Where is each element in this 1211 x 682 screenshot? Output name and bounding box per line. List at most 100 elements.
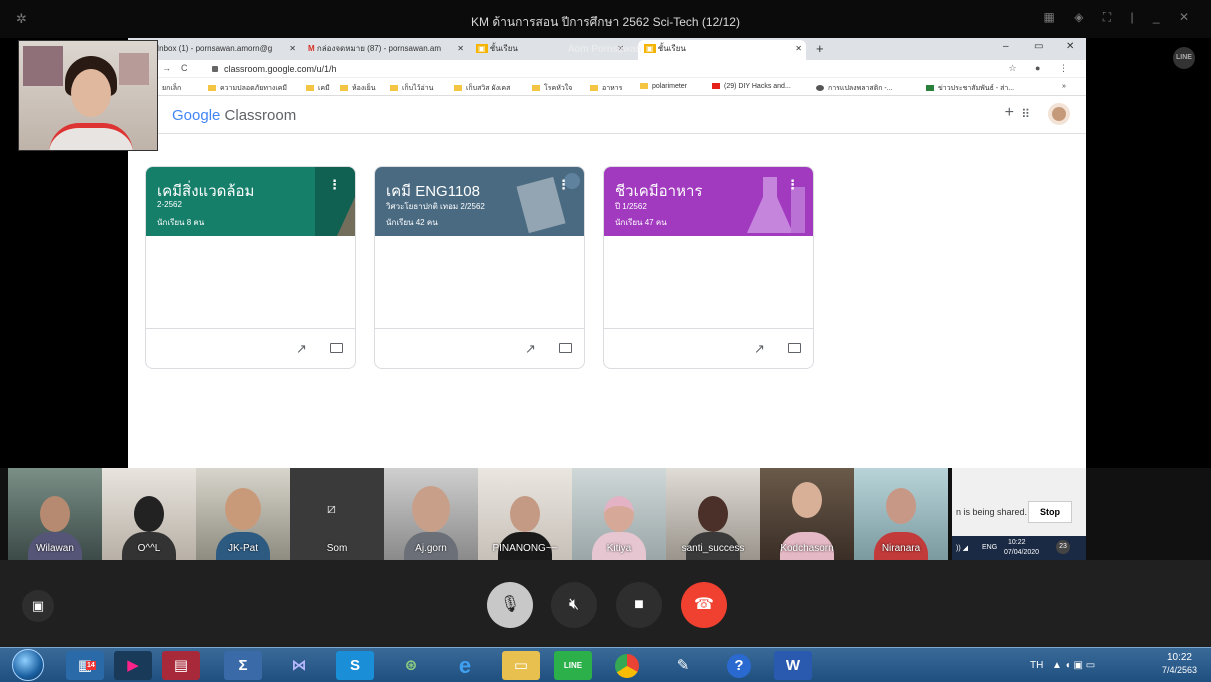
globe-icon: [816, 85, 824, 91]
bookmarks-bar: อป ยกเล็ก ความปลอดภัยทางเคมี เคมี ห้องเย…: [128, 78, 1086, 96]
self-video-face: [71, 69, 111, 117]
nav-buttons[interactable]: →C: [162, 63, 198, 73]
speaker-muted-icon: 🔇︎: [568, 596, 580, 613]
end-call-button[interactable]: ☎︎: [681, 582, 727, 628]
google-classroom-logo[interactable]: Google Classroom: [172, 107, 296, 124]
participant-tile[interactable]: PINANONG~~: [478, 468, 572, 560]
line-call-window: ✲ KM ด้านการสอน ปีการศึกษา 2562 Sci-Tech…: [0, 0, 1211, 682]
class-card-header[interactable]: เคมี ENG1108 วิศวะโยธาปกติ เทอม 2/2562 น…: [375, 167, 584, 236]
participant-face: [792, 482, 822, 518]
folder-icon[interactable]: [559, 343, 572, 353]
browser-tab-gmail-1[interactable]: M Inbox (1) - pornsawan.amorn@g✕: [142, 40, 300, 60]
more-options-icon[interactable]: ⋮: [786, 177, 799, 193]
taskbar-file-explorer[interactable]: ▭: [502, 651, 540, 680]
class-banner-illustration: [516, 173, 580, 234]
chrome-icon: [615, 654, 639, 678]
close-tab-icon[interactable]: ✕: [457, 40, 464, 58]
participant-tile[interactable]: Kitiya: [572, 468, 666, 560]
toolbar-icons[interactable]: ☆ ● ⋮: [1008, 63, 1076, 74]
lock-icon: [212, 66, 218, 72]
taskbar-math-app[interactable]: Σ: [224, 651, 262, 680]
participant-face: [698, 496, 728, 532]
bookmark[interactable]: อาหาร: [590, 83, 622, 94]
more-options-icon[interactable]: ⋮: [328, 177, 341, 193]
title-bar: ✲ KM ด้านการสอน ปีการศึกษา 2562 Sci-Tech…: [0, 0, 1211, 38]
self-video-preview[interactable]: [18, 40, 158, 151]
bookmark-icon: [926, 85, 934, 91]
taskbar-chrome[interactable]: [608, 651, 646, 680]
taskbar-skype[interactable]: S: [336, 651, 374, 680]
close-tab-icon[interactable]: ✕: [795, 40, 802, 58]
address-bar[interactable]: classroom.google.com/u/1/h: [212, 64, 337, 74]
taskbar-word[interactable]: W: [774, 651, 812, 680]
close-tab-icon[interactable]: ✕: [289, 40, 296, 58]
class-card[interactable]: เคมี ENG1108 วิศวะโยธาปกติ เทอม 2/2562 น…: [374, 166, 585, 369]
bookmark[interactable]: ความปลอดภัยทางเคมี: [208, 83, 287, 94]
participant-tile[interactable]: ⧄ Som: [290, 468, 384, 560]
class-card-header[interactable]: เคมีสิ่งแวดล้อม 2-2562 นักเรียน 8 คน ⋮: [146, 167, 355, 236]
trending-icon[interactable]: ↗: [754, 341, 765, 357]
trending-icon[interactable]: ↗: [296, 341, 307, 357]
bookmark[interactable]: เคมี: [306, 83, 330, 94]
participant-tile[interactable]: O^^L: [102, 468, 196, 560]
class-card-header[interactable]: ชีวเคมีอาหาร ปี 1/2562 นักเรียน 47 คน ⋮: [604, 167, 813, 236]
participant-tile[interactable]: Kodchasorn: [760, 468, 854, 560]
tray-date: 07/04/2020: [1004, 549, 1040, 556]
taskbar-internet-explorer[interactable]: e: [446, 651, 484, 680]
taskbar-help[interactable]: ?: [720, 651, 758, 680]
taskbar-usb[interactable]: ✎: [664, 651, 702, 680]
taskbar-visual-studio[interactable]: ⋈: [280, 651, 318, 680]
folder-icon[interactable]: [788, 343, 801, 353]
bookmark[interactable]: polarimeter: [640, 83, 687, 90]
taskbar-calculator[interactable]: ▤: [162, 651, 200, 680]
right-margin: [1086, 38, 1211, 468]
more-options-icon[interactable]: ⋮: [557, 177, 570, 193]
bookmark[interactable]: เก็บไว้อ่าน: [390, 83, 433, 94]
folder-icon: [390, 85, 398, 91]
bookmark[interactable]: เก็บสวิส ผังเคส: [454, 83, 510, 94]
window-controls[interactable]: ▦ ◈ ⛶ | _ ✕: [1044, 10, 1197, 25]
maximize-icon[interactable]: ▭: [1034, 41, 1043, 52]
speaker-off-button[interactable]: 🔇︎: [551, 582, 597, 628]
browser-tab-gmail-2[interactable]: M กล่องจดหมาย (87) - pornsawan.am ✕: [302, 40, 468, 60]
stop-sharing-button[interactable]: Stop: [1028, 501, 1072, 523]
browser-tab-classroom-active[interactable]: ▣ ชั้นเรียน ✕: [638, 40, 806, 60]
participant-tile[interactable]: Niranara: [854, 468, 948, 560]
folder-icon: [640, 83, 648, 89]
taskbar-media-player[interactable]: ▶: [114, 651, 152, 680]
minimize-icon[interactable]: –: [1003, 41, 1009, 52]
folder-icon: [306, 85, 314, 91]
tray-icons[interactable]: ▲ ◖ ▣ ▭: [1052, 660, 1095, 671]
start-button[interactable]: [12, 649, 44, 681]
bookmark[interactable]: โรคหัวใจ: [532, 83, 572, 94]
participant-tile[interactable]: JK-Pat: [196, 468, 290, 560]
language-indicator[interactable]: TH: [1030, 660, 1043, 671]
new-tab-button[interactable]: +: [816, 41, 824, 56]
student-count: นักเรียน 42 คน: [386, 218, 438, 227]
bookmark[interactable]: การแปลงพลาสติก -...: [816, 83, 893, 94]
class-card[interactable]: ชีวเคมีอาหาร ปี 1/2562 นักเรียน 47 คน ⋮ …: [603, 166, 814, 369]
camera-off-button[interactable]: ■: [616, 582, 662, 628]
taskbar-line[interactable]: LINE: [554, 651, 592, 680]
mute-microphone-button[interactable]: 🎙︎: [487, 582, 533, 628]
participant-tile[interactable]: Wilawan: [8, 468, 102, 560]
bookmark[interactable]: ข่าวประชาสัมพันธ์ - ส่า...: [926, 83, 1014, 94]
taskbar-xbox[interactable]: ⊛: [392, 651, 430, 680]
bookmark-label: polarimeter: [652, 83, 688, 90]
participant-tile[interactable]: Aj.gorn: [384, 468, 478, 560]
account-avatar[interactable]: [1048, 103, 1070, 125]
apps-grid-icon[interactable]: ⠿: [1021, 107, 1044, 121]
class-card-footer: ↗: [604, 328, 813, 368]
screen-share-icon[interactable]: ▣: [22, 590, 54, 622]
class-card[interactable]: เคมีสิ่งแวดล้อม 2-2562 นักเรียน 8 คน ⋮ ↗: [145, 166, 356, 369]
folder-icon[interactable]: [330, 343, 343, 353]
trending-icon[interactable]: ↗: [525, 341, 536, 357]
participant-tile[interactable]: santi_success: [666, 468, 760, 560]
call-title: KM ด้านการสอน ปีการศึกษา 2562 Sci-Tech (…: [471, 15, 740, 29]
close-window-icon[interactable]: ✕: [1066, 41, 1074, 52]
taskbar-app-grid[interactable]: ▦ 14: [66, 651, 104, 680]
bookmark[interactable]: ห้องเย็น: [340, 83, 376, 94]
bookmark[interactable]: (29) DIY Hacks and...: [712, 83, 791, 90]
more-bookmarks-icon[interactable]: »: [1062, 83, 1066, 90]
system-clock[interactable]: 10:22 7/4/2563: [1162, 651, 1197, 677]
